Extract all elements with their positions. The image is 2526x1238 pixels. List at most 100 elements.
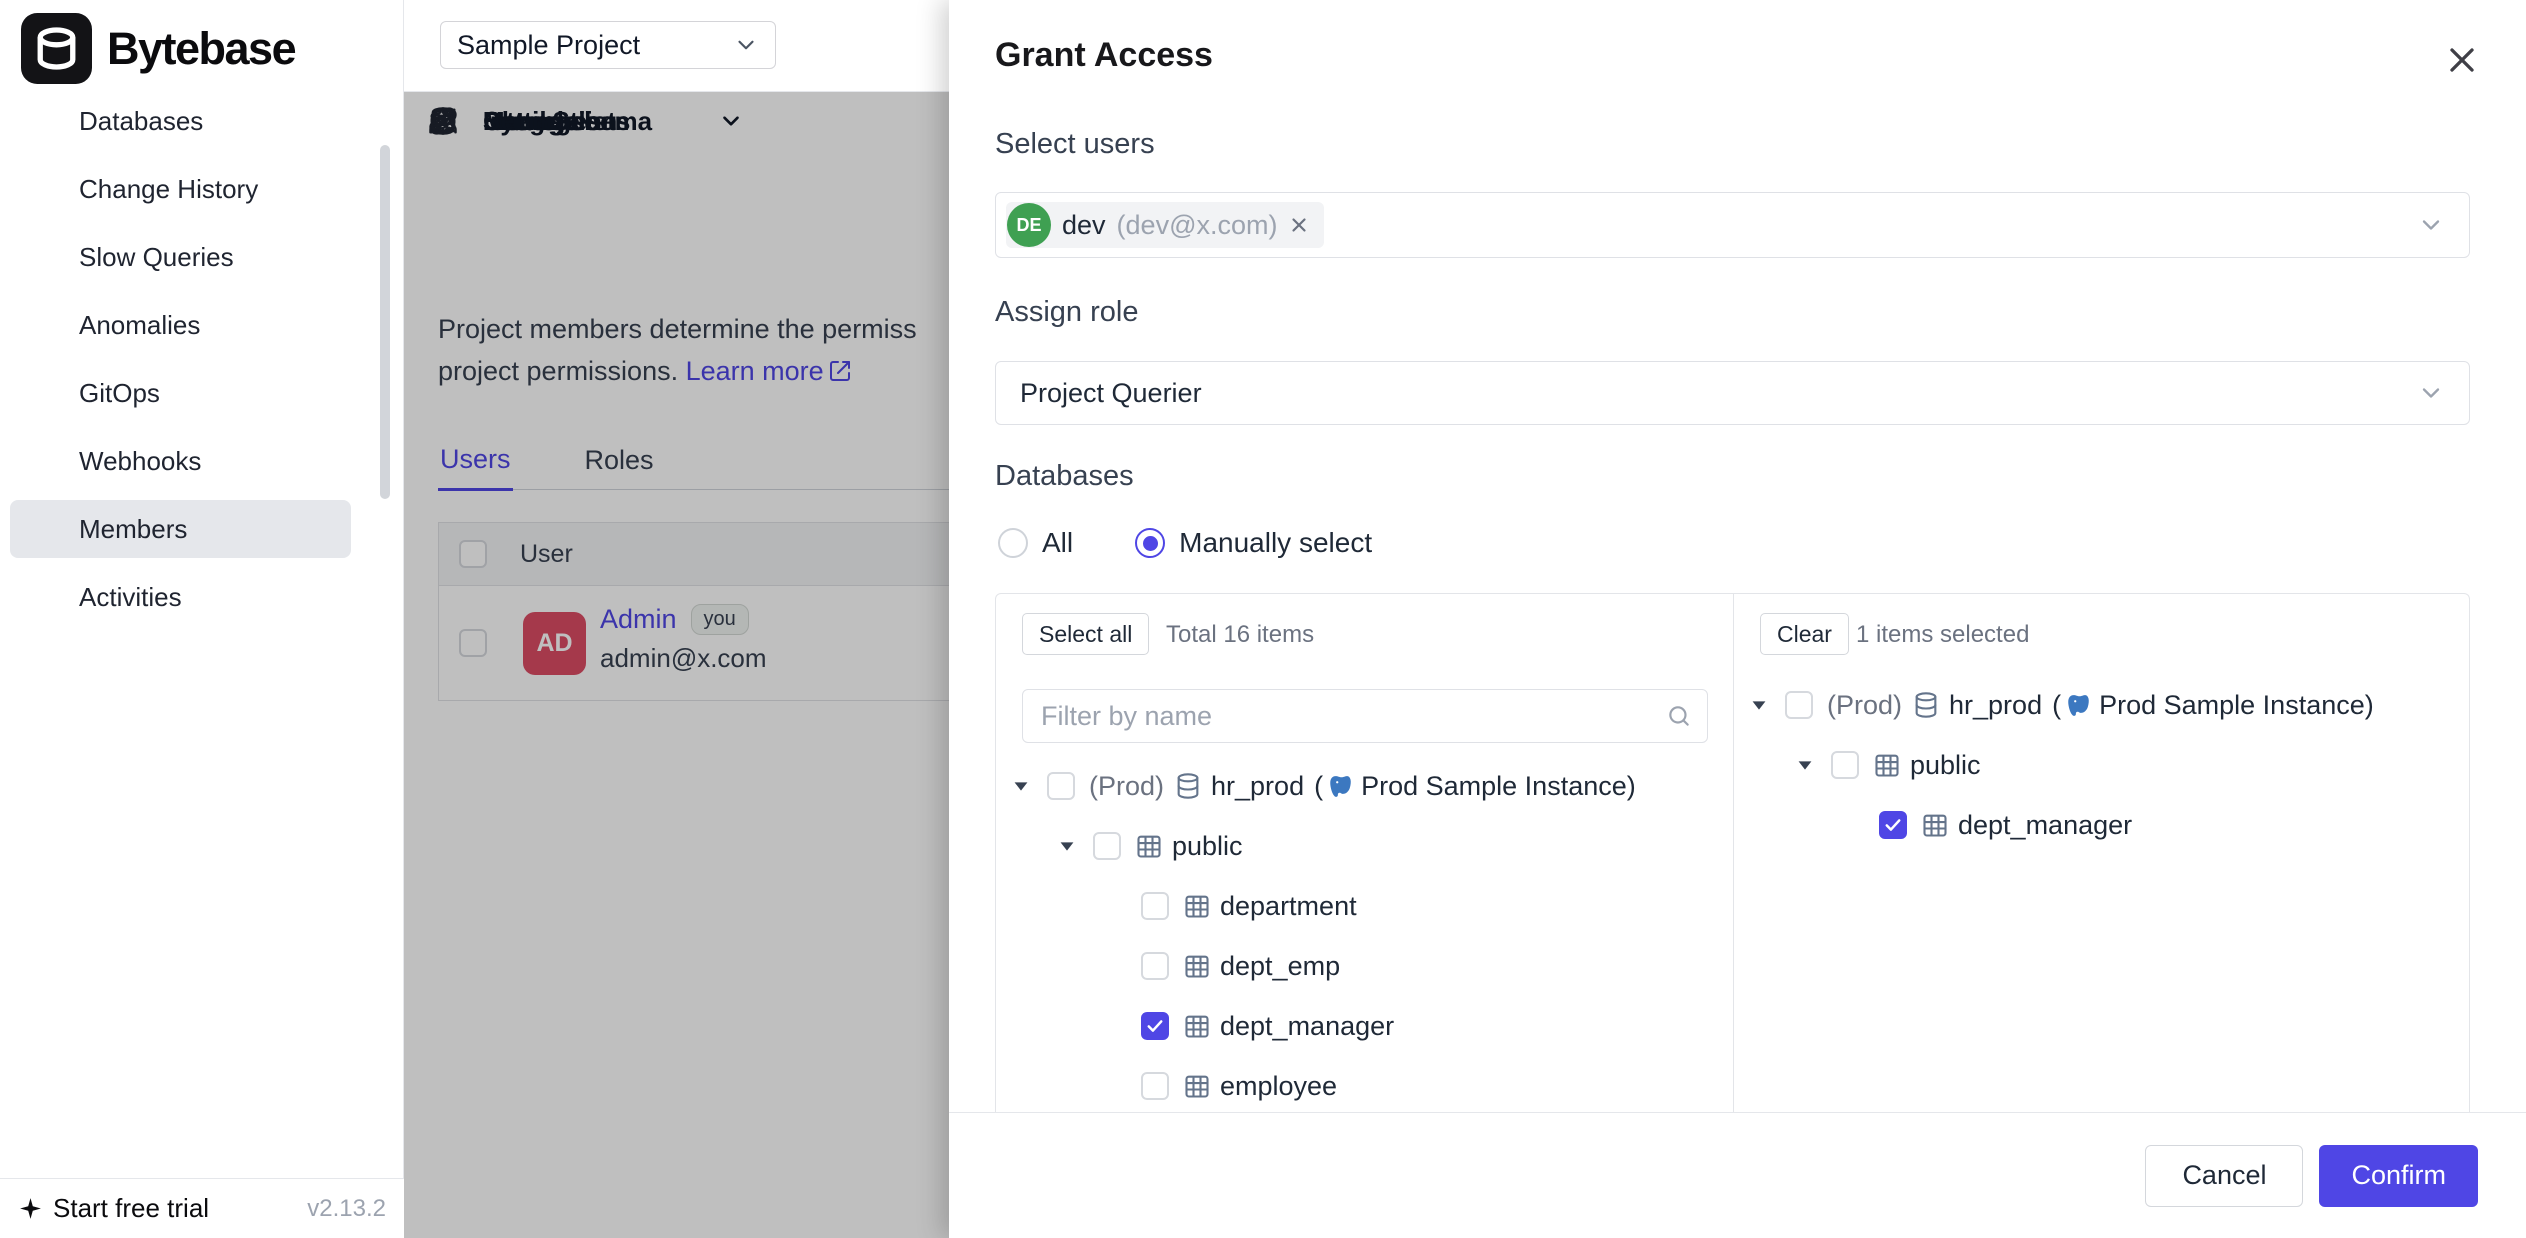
sidebar-item-slow-queries[interactable]: Slow Queries (0, 223, 403, 291)
role-select-value: Project Querier (1020, 378, 1202, 409)
database-icon (1912, 691, 1940, 719)
paren: ( (1314, 771, 1323, 802)
filter-input[interactable] (1022, 689, 1708, 743)
radio-manually-select[interactable] (1135, 528, 1165, 558)
instance-label: Prod Sample Instance) (2099, 690, 2374, 721)
caret-down-icon[interactable] (1794, 754, 1816, 776)
tree-row-schema[interactable]: public (996, 816, 1733, 876)
selected-count-label: 1 items selected (1856, 621, 2029, 649)
sidebar-nav: Database Databases Change History Slow Q… (0, 87, 403, 631)
sidebar-item-label: Databases (79, 106, 203, 137)
sidebar-item-label: Webhooks (79, 446, 201, 477)
caret-down-icon[interactable] (1010, 775, 1032, 797)
search-icon (1666, 703, 1692, 729)
sidebar-item-label: Anomalies (79, 310, 200, 341)
project-select[interactable]: Sample Project (440, 21, 776, 69)
schema-icon (1873, 751, 1901, 779)
assign-role-label: Assign role (995, 296, 1138, 329)
modal-title: Grant Access (995, 36, 1213, 75)
radio-all-label: All (1042, 527, 1073, 559)
sparkle-icon (18, 1196, 43, 1221)
tree-label: public (1910, 750, 1981, 781)
sidebar-scrollbar[interactable] (380, 145, 390, 499)
sidebar-item-label: Slow Queries (79, 242, 234, 273)
tree-row-database[interactable]: (Prod) hr_prod ( Prod Sample Instance) (1734, 675, 2469, 735)
databases-label: Databases (995, 460, 1134, 493)
total-items-label: Total 16 items (1166, 621, 1314, 649)
selected-panel: Clear 1 items selected (Prod) hr_prod ( … (1733, 594, 2469, 1112)
sidebar-item-label: GitOps (79, 378, 160, 409)
caret-down-icon[interactable] (1056, 835, 1078, 857)
tree-label: hr_prod (1949, 690, 2042, 721)
tree-label: hr_prod (1211, 771, 1304, 802)
source-panel: Select all Total 16 items (Prod) hr_prod… (996, 594, 1733, 1112)
database-scope-radios: All Manually select (998, 520, 1372, 566)
tree-label: dept_emp (1220, 951, 1340, 982)
chevron-down-icon (733, 32, 759, 58)
checkbox-checked[interactable] (1141, 1012, 1169, 1040)
tree-label: public (1172, 831, 1243, 862)
sidebar-item-change-history[interactable]: Change History (0, 155, 403, 223)
tree-label: department (1220, 891, 1357, 922)
remove-user-icon[interactable] (1288, 214, 1310, 236)
tree-row-table[interactable]: employee (996, 1056, 1733, 1112)
clear-button[interactable]: Clear (1760, 613, 1849, 655)
environment-label: (Prod) (1089, 771, 1164, 802)
database-transfer-panel: Select all Total 16 items (Prod) hr_prod… (995, 593, 2470, 1112)
checkbox[interactable] (1093, 832, 1121, 860)
start-free-trial-link[interactable]: Start free trial (18, 1193, 209, 1224)
confirm-button[interactable]: Confirm (2319, 1145, 2478, 1207)
sidebar-item-activities[interactable]: Activities (0, 563, 403, 631)
filter-field (1022, 689, 1708, 743)
database-icon (1174, 772, 1202, 800)
checkbox[interactable] (1141, 952, 1169, 980)
chevron-down-icon (2417, 379, 2445, 407)
table-icon (1183, 1072, 1211, 1100)
tree-row-table[interactable]: dept_manager (1734, 795, 2469, 855)
trial-label: Start free trial (53, 1193, 209, 1224)
grant-access-modal: Grant Access Select users DE dev (dev@x.… (949, 0, 2526, 1238)
table-icon (1921, 811, 1949, 839)
checkbox[interactable] (1141, 1072, 1169, 1100)
selected-user-chip: DE dev (dev@x.com) (1006, 202, 1324, 248)
checkbox[interactable] (1141, 892, 1169, 920)
caret-down-icon[interactable] (1748, 694, 1770, 716)
sidebar-item-gitops[interactable]: GitOps (0, 359, 403, 427)
checkbox[interactable] (1831, 751, 1859, 779)
environment-label: (Prod) (1827, 690, 1902, 721)
logo[interactable]: Bytebase (21, 13, 295, 84)
close-icon[interactable] (2442, 40, 2482, 80)
sidebar: Bytebase Database Databases Change Histo… (0, 0, 404, 1238)
postgres-icon (1328, 773, 1355, 800)
sidebar-item-webhooks[interactable]: Webhooks (0, 427, 403, 495)
tree-row-table[interactable]: dept_manager (996, 996, 1733, 1056)
radio-all[interactable] (998, 528, 1028, 558)
user-multiselect[interactable]: DE dev (dev@x.com) (995, 192, 2470, 258)
brand-name: Bytebase (107, 23, 295, 75)
tree-row-table[interactable]: dept_emp (996, 936, 1733, 996)
cancel-button[interactable]: Cancel (2145, 1145, 2303, 1207)
role-select[interactable]: Project Querier (995, 361, 2470, 425)
avatar: DE (1007, 203, 1051, 247)
paren: ( (2052, 690, 2061, 721)
sidebar-item-label: Change History (79, 174, 258, 205)
tree-row-schema[interactable]: public (1734, 735, 2469, 795)
tree-row-table[interactable]: department (996, 876, 1733, 936)
table-icon (1183, 1012, 1211, 1040)
tree-label: dept_manager (1958, 810, 2132, 841)
sidebar-item-databases[interactable]: Databases (0, 87, 403, 155)
tree-label: employee (1220, 1071, 1337, 1102)
select-users-label: Select users (995, 128, 1155, 161)
instance-label: Prod Sample Instance) (1361, 771, 1636, 802)
tree-row-database[interactable]: (Prod) hr_prod ( Prod Sample Instance) (996, 756, 1733, 816)
checkbox[interactable] (1785, 691, 1813, 719)
screen: Bytebase Database Databases Change Histo… (0, 0, 2526, 1238)
table-icon (1183, 952, 1211, 980)
sidebar-item-anomalies[interactable]: Anomalies (0, 291, 403, 359)
sidebar-item-members[interactable]: Members (0, 495, 403, 563)
checkbox-checked[interactable] (1879, 811, 1907, 839)
chip-user-name: dev (1062, 210, 1106, 241)
checkbox[interactable] (1047, 772, 1075, 800)
sidebar-item-label: Activities (79, 582, 182, 613)
select-all-button[interactable]: Select all (1022, 613, 1149, 655)
